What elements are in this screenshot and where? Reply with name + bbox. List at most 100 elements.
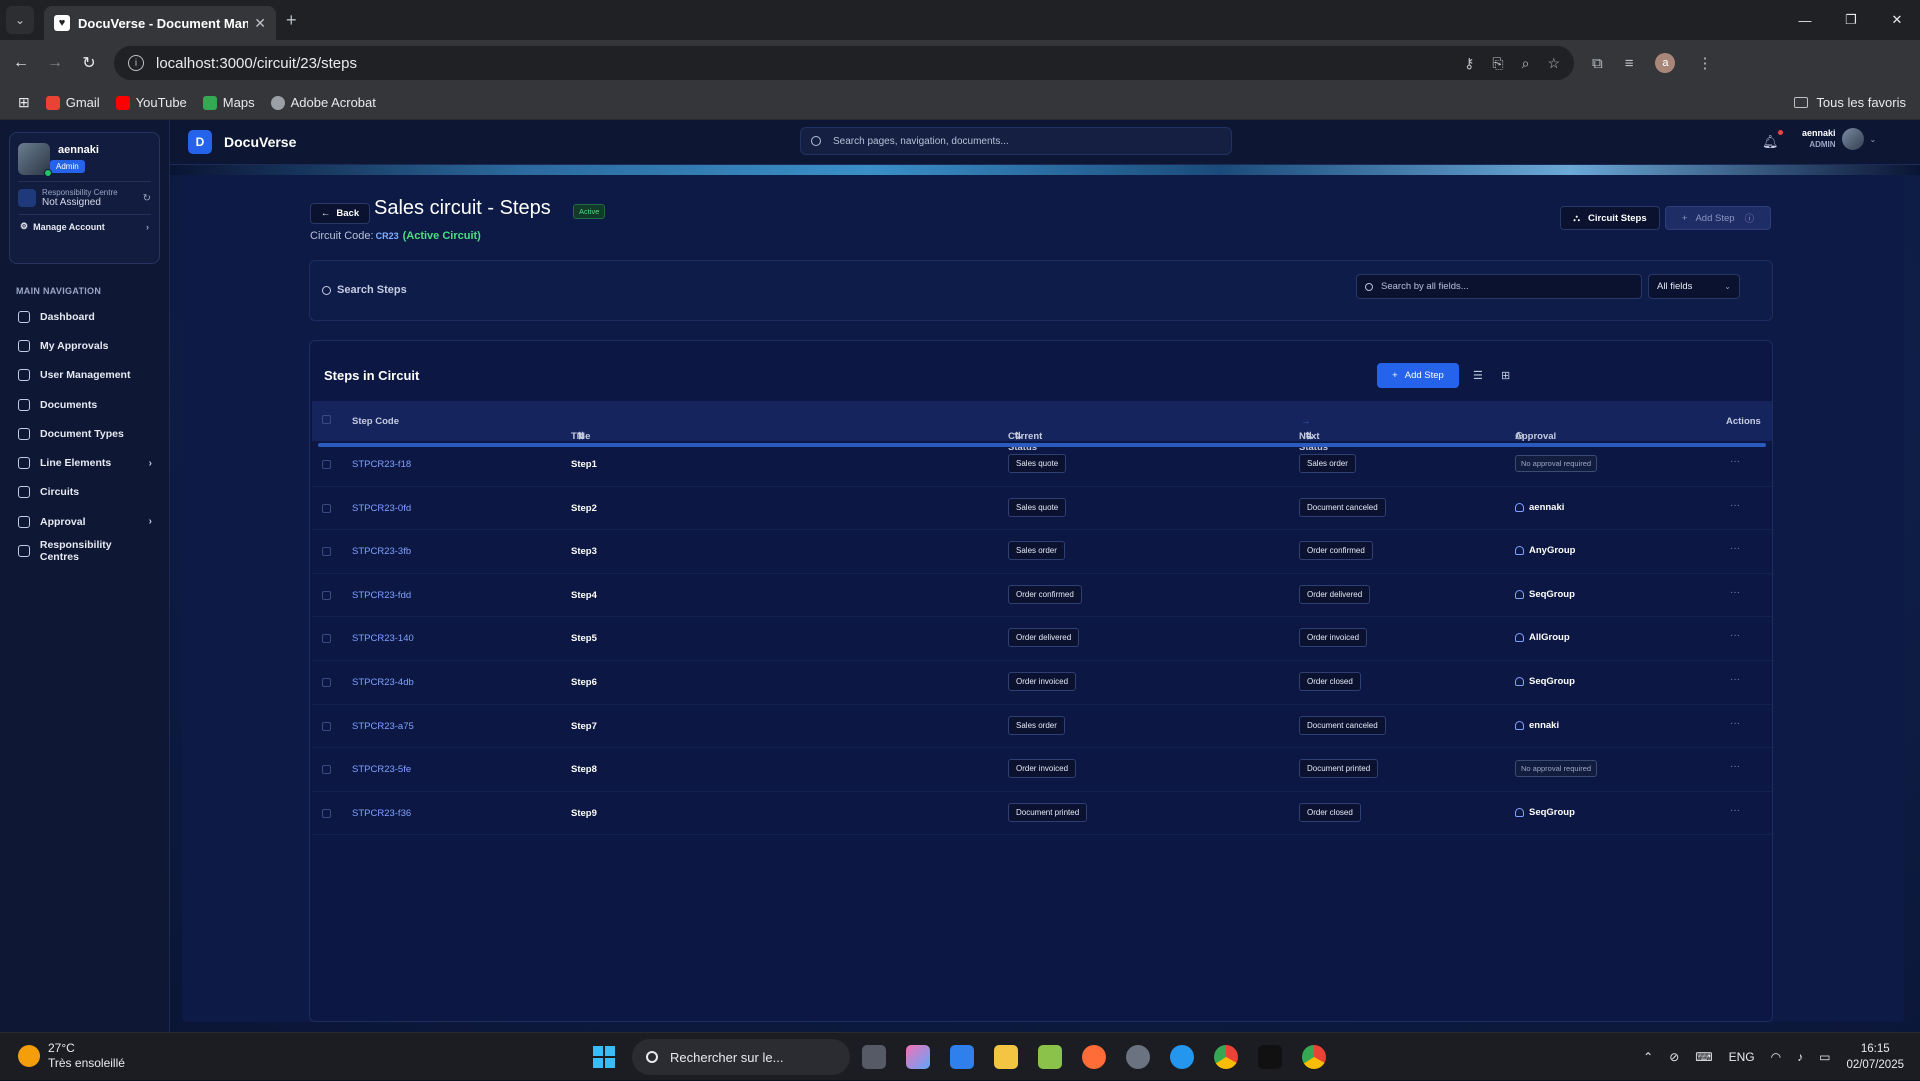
row-actions-icon[interactable]: ··· <box>1730 718 1740 729</box>
back-button[interactable]: ← Back <box>310 203 370 224</box>
copilot-icon[interactable] <box>906 1045 930 1069</box>
row-checkbox[interactable] <box>322 503 331 513</box>
list-view-icon[interactable]: ☰ <box>1473 369 1483 382</box>
bookmark-gmail[interactable]: Gmail <box>45 95 100 110</box>
chrome-profile-icon[interactable] <box>1302 1045 1326 1069</box>
media-control-icon[interactable]: ≡ <box>1625 55 1634 72</box>
row-checkbox[interactable] <box>322 547 331 557</box>
column-step-code[interactable]: Step Code <box>352 416 399 427</box>
site-info-icon[interactable]: i <box>128 55 144 71</box>
select-all-checkbox[interactable] <box>322 415 331 424</box>
back-arrow-icon[interactable]: ← <box>8 50 34 76</box>
step-code[interactable]: STPCR23-140 <box>352 633 414 644</box>
step-code[interactable]: STPCR23-fdd <box>352 590 411 601</box>
add-step-header-button[interactable]: + Add Step ⓘ <box>1665 206 1771 230</box>
row-actions-icon[interactable]: ··· <box>1730 456 1740 467</box>
profile-avatar[interactable]: a <box>1655 53 1676 73</box>
bookmark-star-icon[interactable]: ☆ <box>1547 55 1560 72</box>
browser-tab[interactable]: ♥ DocuVerse - Document Manag ✕ <box>44 6 276 40</box>
clock[interactable]: 16:15 02/07/2025 <box>1846 1041 1904 1073</box>
table-row[interactable]: STPCR23-f18Step1Sales quote→Sales orderN… <box>312 443 1772 487</box>
sidebar-item-my-approvals[interactable]: My Approvals <box>10 331 160 360</box>
close-window-button[interactable]: ✕ <box>1874 0 1920 40</box>
bookmark-maps[interactable]: Maps <box>202 95 255 110</box>
step-code[interactable]: STPCR23-3fb <box>352 546 411 557</box>
password-key-icon[interactable]: ⚷ <box>1464 55 1474 72</box>
manage-account-link[interactable]: ⚙ Manage Account › <box>10 215 159 238</box>
table-row[interactable]: STPCR23-140Step5Order delivered→Order in… <box>312 617 1772 661</box>
mute-icon[interactable]: ⊘ <box>1669 1050 1679 1064</box>
row-actions-icon[interactable]: ··· <box>1730 543 1740 554</box>
keyboard-icon[interactable]: ⌨ <box>1695 1050 1712 1064</box>
browser-menu-icon[interactable]: ⋮ <box>1697 54 1712 72</box>
row-actions-icon[interactable]: ··· <box>1730 805 1740 816</box>
table-row[interactable]: STPCR23-5feStep8Order invoiced→Document … <box>312 748 1772 792</box>
step-code[interactable]: STPCR23-5fe <box>352 764 411 775</box>
file-explorer-icon[interactable] <box>994 1045 1018 1069</box>
field-filter-select[interactable]: All fields ⌄ <box>1648 274 1740 299</box>
step-code[interactable]: STPCR23-f36 <box>352 808 411 819</box>
circuit-steps-button[interactable]: ⛬ Circuit Steps <box>1560 206 1660 230</box>
restore-button[interactable]: ❐ <box>1828 0 1874 40</box>
battery-icon[interactable]: ▭ <box>1819 1050 1830 1064</box>
extensions-icon[interactable]: ⧉ <box>1592 55 1603 72</box>
chrome-icon[interactable] <box>1214 1045 1238 1069</box>
bell-icon[interactable]: 🔔︎ <box>1762 130 1783 150</box>
wifi-icon[interactable]: ◠ <box>1771 1050 1781 1064</box>
translate-icon[interactable]: ⎘ <box>1492 55 1503 72</box>
url-text[interactable]: localhost:3000/circuit/23/steps <box>156 55 1446 72</box>
volume-icon[interactable]: ♪ <box>1797 1050 1803 1064</box>
avatar[interactable] <box>18 143 52 177</box>
grid-view-icon[interactable]: ⊞ <box>1501 369 1510 382</box>
sidebar-item-document-types[interactable]: Document Types <box>10 419 160 448</box>
row-checkbox[interactable] <box>322 678 331 687</box>
new-tab-button[interactable]: + <box>286 10 297 31</box>
user-menu[interactable]: aennaki ADMIN ⌄ <box>1802 128 1876 150</box>
chevron-up-icon[interactable]: ⌃ <box>1643 1050 1653 1064</box>
docker-icon[interactable] <box>1170 1045 1194 1069</box>
row-actions-icon[interactable]: ··· <box>1730 500 1740 511</box>
step-code[interactable]: STPCR23-0fd <box>352 503 411 514</box>
table-row[interactable]: STPCR23-3fbStep3Sales order→Order confir… <box>312 530 1772 574</box>
row-actions-icon[interactable]: ··· <box>1730 761 1740 772</box>
row-actions-icon[interactable]: ··· <box>1730 587 1740 598</box>
row-checkbox[interactable] <box>322 721 331 731</box>
refresh-icon[interactable]: ↻ <box>143 193 151 204</box>
sidebar-item-responsibility-centres[interactable]: Responsibility Centres <box>10 536 160 565</box>
search-fields-input[interactable]: Search by all fields... <box>1356 274 1642 299</box>
row-checkbox[interactable] <box>322 808 331 818</box>
bookmark-adobe-acrobat[interactable]: Adobe Acrobat <box>270 95 376 110</box>
terminal-icon[interactable] <box>1258 1045 1282 1069</box>
language-indicator[interactable]: ENG <box>1729 1050 1755 1064</box>
sidebar-item-documents[interactable]: Documents <box>10 390 160 419</box>
add-step-button[interactable]: + Add Step <box>1377 363 1459 388</box>
minimize-button[interactable]: — <box>1782 0 1828 40</box>
apps-grid-icon[interactable]: ⊞ <box>18 94 30 111</box>
step-code[interactable]: STPCR23-4db <box>352 677 414 688</box>
weather-widget[interactable]: 27°C Très ensoleillé <box>18 1041 125 1071</box>
zoom-icon[interactable]: ⌕ <box>1522 55 1530 72</box>
windows-start-icon[interactable] <box>593 1046 615 1068</box>
task-view-icon[interactable] <box>862 1045 886 1069</box>
url-omnibox[interactable]: i localhost:3000/circuit/23/steps ⚷ ⎘ ⌕ … <box>114 46 1574 80</box>
row-checkbox[interactable] <box>322 590 331 600</box>
close-tab-icon[interactable]: ✕ <box>254 15 266 32</box>
postman-icon[interactable] <box>1082 1045 1106 1069</box>
sidebar-item-line-elements[interactable]: Line Elements › <box>10 448 160 477</box>
table-row[interactable]: STPCR23-a75Step7Sales order→Document can… <box>312 705 1772 749</box>
table-row[interactable]: STPCR23-0fdStep2Sales quote→Document can… <box>312 487 1772 531</box>
row-actions-icon[interactable]: ··· <box>1730 674 1740 685</box>
global-search-input[interactable]: Search pages, navigation, documents... <box>800 127 1232 155</box>
sidebar-item-user-management[interactable]: User Management <box>10 361 160 390</box>
step-code[interactable]: STPCR23-a75 <box>352 721 414 732</box>
row-actions-icon[interactable]: ··· <box>1730 630 1740 641</box>
sidebar-item-dashboard[interactable]: Dashboard <box>10 302 160 331</box>
forward-arrow-icon[interactable]: → <box>42 50 68 76</box>
settings-icon[interactable] <box>1126 1045 1150 1069</box>
row-checkbox[interactable] <box>322 765 331 775</box>
all-bookmarks[interactable]: Tous les favoris <box>1794 95 1906 110</box>
app-logo[interactable]: D DocuVerse <box>188 130 296 154</box>
table-row[interactable]: STPCR23-f36Step9Document printed→Order c… <box>312 792 1772 836</box>
snipping-tool-icon[interactable] <box>1038 1045 1062 1069</box>
sidebar-item-approval[interactable]: Approval › <box>10 507 160 536</box>
